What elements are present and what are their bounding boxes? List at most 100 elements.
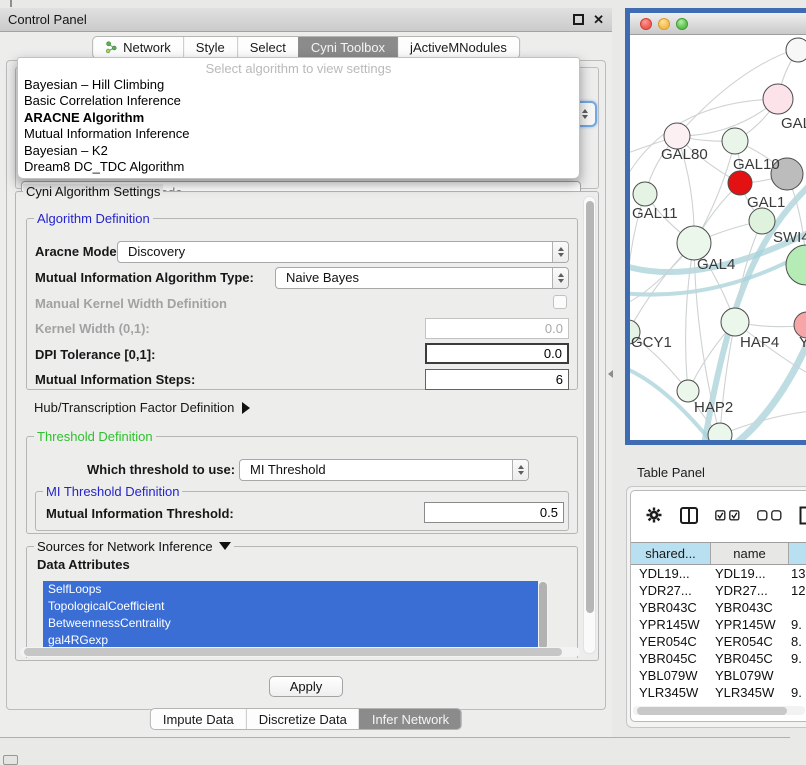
checked-boxes-icon[interactable] (715, 510, 740, 521)
node-gal1[interactable] (728, 171, 752, 195)
network-window-titlebar[interactable] (630, 13, 806, 35)
tab-select[interactable]: Select (237, 37, 298, 58)
column-header-shared[interactable]: shared... (631, 543, 711, 564)
combo-stepper-icon[interactable] (552, 242, 568, 262)
hub-definition-expander[interactable]: Hub/Transcription Factor Definition (34, 400, 250, 415)
mi-type-value: Naive Bayes (286, 268, 359, 288)
mi-steps-field[interactable] (425, 369, 569, 390)
algorithm-option-bayesian-hill-climbing[interactable]: Bayesian – Hill Climbing (18, 77, 579, 93)
node-gal10[interactable] (722, 128, 748, 154)
attribute-item-topologicalcoefficient[interactable]: TopologicalCoefficient (43, 598, 538, 615)
attribute-item-betweennesscentrality[interactable]: BetweennessCentrality (43, 615, 538, 632)
mi-threshold-field[interactable] (424, 502, 564, 523)
table-row[interactable]: YBL079WYBL079W (631, 667, 806, 684)
attribute-list-scrollbar[interactable] (538, 581, 548, 650)
table-panel-title: Table Panel (637, 458, 705, 487)
settings-vertical-scrollbar[interactable] (583, 196, 596, 654)
tab-label: Cyni Toolbox (311, 37, 385, 58)
tab-network[interactable]: Network (93, 37, 183, 58)
network-canvas[interactable]: GALGAL80GAL10GAL1GAL11SWI4GAL4GCY1HAP4YH… (630, 35, 806, 440)
combo-stepper-icon[interactable] (552, 268, 568, 288)
threshold-definition-group: Threshold Definition Which threshold to … (26, 436, 578, 534)
table-row[interactable]: YPR145WYPR145W9. (631, 616, 806, 633)
algorithm-option-mutual-information-inference[interactable]: Mutual Information Inference (18, 126, 579, 142)
tab-infer-network[interactable]: Infer Network (359, 709, 461, 729)
bottom-left-partial-button[interactable] (3, 755, 18, 765)
algorithm-option-basic-correlation-inference[interactable]: Basic Correlation Inference (18, 93, 579, 109)
close-icon[interactable]: ✕ (593, 11, 604, 29)
table-row[interactable]: YDL19...YDL19...13 (631, 565, 806, 582)
table-horizontal-scrollbar[interactable] (633, 706, 805, 715)
table-row[interactable]: YLR345WYLR345W9. (631, 684, 806, 701)
gear-icon[interactable] (645, 506, 663, 524)
node-top-partial[interactable] (786, 38, 806, 62)
settings-horizontal-scrollbar[interactable] (20, 647, 580, 657)
node-swi4[interactable] (749, 208, 775, 234)
mac-zoom-icon[interactable] (676, 18, 688, 30)
table-row[interactable]: YBR043CYBR043C (631, 599, 806, 616)
node-gal11[interactable] (633, 182, 657, 206)
sources-group-title[interactable]: Sources for Network Inference (34, 539, 234, 554)
table-cell: YBL079W (715, 667, 774, 684)
splitter-collapse-icon[interactable] (608, 370, 613, 378)
network-graph[interactable]: GALGAL80GAL10GAL1GAL11SWI4GAL4GCY1HAP4YH… (630, 35, 806, 440)
which-threshold-combo[interactable]: MI Threshold (239, 459, 529, 481)
table-cell: YPR145W (639, 616, 700, 633)
arrow-down-icon (582, 115, 588, 119)
node-label-gal10: GAL10 (733, 156, 780, 173)
manual-kernel-label: Manual Kernel Width Definition (35, 296, 227, 311)
algorithm-option-bayesian-k2[interactable]: Bayesian – K2 (18, 143, 579, 159)
which-threshold-label: Which threshold to use: (87, 462, 235, 477)
mi-type-combo[interactable]: Naive Bayes (275, 267, 569, 289)
table-row[interactable]: YBR045CYBR045C9. (631, 650, 806, 667)
scrollbar-thumb[interactable] (586, 201, 594, 613)
control-panel-title: Control Panel (8, 8, 87, 32)
mac-close-icon[interactable] (640, 18, 652, 30)
algorithm-option-aracne-algorithm[interactable]: ARACNE Algorithm (18, 110, 579, 126)
node-label-gcy1: GCY1 (631, 334, 672, 351)
attribute-item-selfloops[interactable]: SelfLoops (43, 581, 538, 598)
tab-cyni-toolbox[interactable]: Cyni Toolbox (298, 37, 397, 58)
table-row[interactable]: YER054CYER054C8. (631, 633, 806, 650)
collapse-down-icon (219, 542, 231, 550)
algorithm-option-dream8-dc-tdc-algorithm[interactable]: Dream8 DC_TDC Algorithm (18, 159, 579, 175)
aracne-mode-combo[interactable]: Discovery (117, 241, 569, 263)
kernel-width-field[interactable] (425, 318, 569, 339)
aracne-mode-label: Aracne Mode: (35, 244, 121, 259)
mac-minimize-icon[interactable] (658, 18, 670, 30)
tab-impute-data[interactable]: Impute Data (151, 709, 246, 729)
combo-stepper-icon[interactable] (512, 460, 528, 480)
manual-kernel-checkbox[interactable] (553, 295, 567, 309)
unchecked-boxes-icon[interactable] (757, 510, 782, 521)
data-attributes-list[interactable]: SelfLoopsTopologicalCoefficientBetweenne… (43, 581, 548, 650)
node-gal-top[interactable] (763, 84, 793, 114)
table-row[interactable]: YDR27...YDR27...12 (631, 582, 806, 599)
scrollbar-thumb[interactable] (637, 707, 787, 715)
scrollbar-thumb[interactable] (24, 648, 562, 656)
node-swi4-big[interactable] (786, 245, 806, 285)
tab-style[interactable]: Style (183, 37, 237, 58)
table-body[interactable]: YDL19...YDL19...13YDR27...YDR27...12YBR0… (631, 565, 806, 704)
column-header-a[interactable]: A (789, 543, 806, 564)
table-cell: YBR043C (639, 599, 697, 616)
column-header-name[interactable]: name (711, 543, 789, 564)
expand-right-icon (242, 402, 250, 414)
document-icon[interactable] (799, 506, 806, 525)
control-panel-titlebar[interactable]: Control Panel ✕ (0, 8, 612, 32)
tab-jactivemnodules[interactable]: jActiveMNodules (397, 37, 519, 58)
apply-button[interactable]: Apply (269, 676, 343, 697)
kernel-width-label: Kernel Width (0,1): (35, 321, 150, 336)
tab-label: Select (250, 37, 286, 58)
dpi-tolerance-field[interactable] (425, 343, 569, 364)
float-window-icon[interactable] (573, 14, 584, 25)
node-label-gal11: GAL11 (632, 205, 678, 222)
node-hap4[interactable] (721, 308, 749, 336)
table-cell: YIL052C (715, 701, 766, 704)
table-cell: YBR045C (639, 650, 697, 667)
network-view-window[interactable]: GALGAL80GAL10GAL1GAL11SWI4GAL4GCY1HAP4YH… (625, 8, 806, 445)
table-row[interactable]: YIL052CYIL052C9 (631, 701, 806, 704)
node-gal4[interactable] (677, 226, 711, 260)
arrow-up-icon (582, 109, 588, 113)
split-view-icon[interactable] (680, 507, 698, 524)
tab-discretize-data[interactable]: Discretize Data (246, 709, 359, 729)
